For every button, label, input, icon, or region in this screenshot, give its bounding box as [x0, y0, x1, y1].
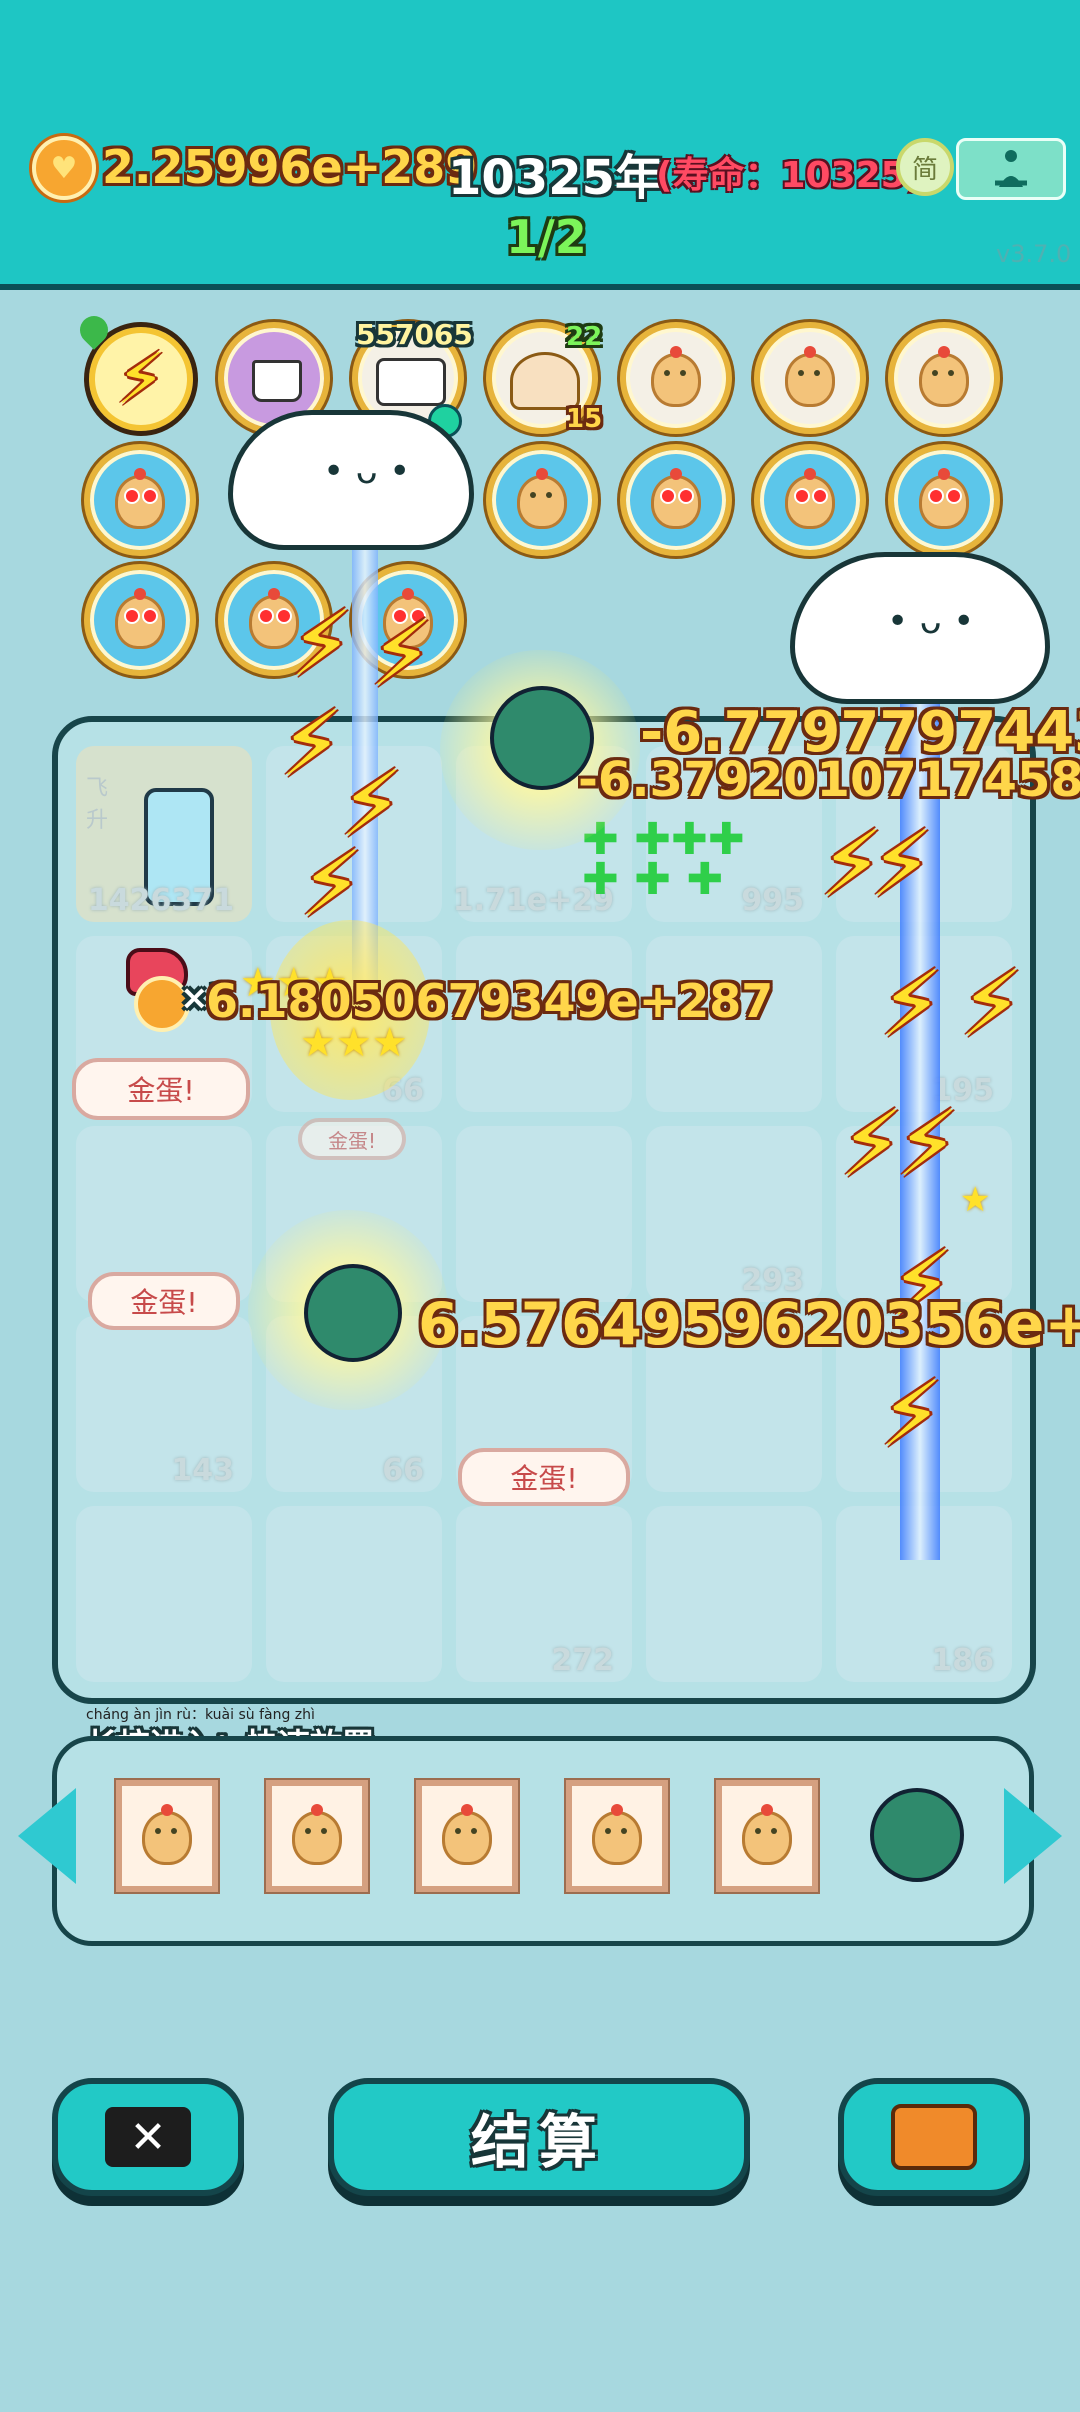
bubble-text: 金蛋! — [327, 1128, 377, 1153]
lightning-bolt-icon: ⚡ — [370, 602, 434, 707]
lightning-bolt-icon: ⚡ — [840, 1092, 904, 1197]
cell-value: 66 — [382, 1453, 424, 1488]
chick-icon — [142, 1804, 192, 1865]
cloud-character[interactable]: • ᴗ • — [228, 410, 474, 550]
cell-value: 1426371 — [87, 883, 234, 918]
damage-number: 6.18050679349e+287 — [206, 974, 774, 1028]
syringe-chick-item[interactable] — [620, 444, 732, 556]
language-label: 简 — [911, 154, 938, 185]
board-cell[interactable]: 272 — [456, 1506, 632, 1682]
shell-icon — [510, 352, 580, 410]
shell-count-bottom: 15 — [566, 404, 603, 434]
board-cell[interactable] — [456, 1126, 632, 1302]
tray-left-arrow[interactable] — [18, 1788, 76, 1884]
golden-egg-bubble: 金蛋! — [88, 1272, 240, 1330]
chick-icon — [115, 468, 165, 529]
lightning-bolt-icon: ⚡ — [300, 832, 364, 937]
damage-number: -6.3792010717458 — [578, 752, 1080, 808]
chick-egg-item[interactable] — [620, 322, 732, 434]
board-cell[interactable]: 飞升 1426371 — [76, 746, 252, 922]
skirt-icon — [252, 360, 302, 402]
briefcase-icon — [891, 2104, 977, 2170]
lightning-icon: ⚡ — [116, 338, 166, 420]
years-counter: 10325年 — [448, 150, 663, 206]
pill-count: 557065 — [356, 318, 473, 351]
pill-pack-icon — [376, 358, 446, 406]
heart-coin-icon: ♥ — [32, 136, 96, 200]
chick-icon — [517, 468, 567, 529]
discard-button[interactable]: ✕ — [52, 2078, 244, 2196]
chick-icon — [785, 346, 835, 407]
chick-icon — [742, 1804, 792, 1865]
chick-icon — [292, 1804, 342, 1865]
cell-value: 272 — [551, 1643, 614, 1678]
chick-icon — [115, 588, 165, 649]
golden-egg-bubble: 金蛋! — [298, 1118, 406, 1160]
bag-button[interactable] — [838, 2078, 1030, 2196]
chick-icon — [919, 468, 969, 529]
board-cell[interactable]: 143 — [76, 1316, 252, 1492]
chick-icon — [651, 468, 701, 529]
chick-egg-item[interactable] — [888, 322, 1000, 434]
tray-item-jade-orb[interactable] — [870, 1788, 964, 1882]
board-cell[interactable] — [76, 1506, 252, 1682]
page-indicator: 1/2 — [506, 210, 587, 264]
cloud-face-icon: • ᴗ • — [887, 601, 975, 642]
version-label: v3.7.0 — [996, 240, 1072, 268]
syringe-chick-item[interactable] — [84, 564, 196, 676]
ascend-label: 飞升 — [86, 776, 109, 833]
top-bar: ♥ 2.25996e+289 10325年 (寿命：10325) 简 1/2 v… — [0, 0, 1080, 290]
settle-button[interactable]: 结算 — [328, 2078, 750, 2196]
tray-item-chick[interactable] — [116, 1780, 218, 1892]
cloud-character[interactable]: • ᴗ • — [790, 552, 1050, 704]
chick-icon — [919, 346, 969, 407]
lightning-bolt-icon: ⚡ — [960, 952, 1024, 1057]
lightning-bolt-icon: ⚡ — [290, 592, 354, 697]
board-cell[interactable]: 293 — [646, 1126, 822, 1302]
board-cell[interactable] — [266, 1506, 442, 1682]
golden-egg-bubble: 金蛋! — [72, 1058, 250, 1120]
lightning-bolt-icon: ⚡ — [280, 692, 344, 797]
heal-plus-particles: ✚ ✚✚✚ ✚ ✚ ✚ — [582, 814, 745, 905]
tray-item-chick[interactable] — [566, 1780, 668, 1892]
language-toggle-button[interactable]: 简 — [896, 138, 954, 196]
close-x-icon: ✕ — [105, 2107, 191, 2167]
meditate-button[interactable] — [956, 138, 1066, 200]
lightning-bolt-icon: ⚡ — [880, 952, 944, 1057]
syringe-chick-item[interactable] — [888, 444, 1000, 556]
chick-icon — [442, 1804, 492, 1865]
chick-icon — [592, 1804, 642, 1865]
tray-right-arrow[interactable] — [1004, 1788, 1062, 1884]
board-cell[interactable] — [646, 1506, 822, 1682]
chick-icon — [785, 468, 835, 529]
tray-item-chick[interactable] — [416, 1780, 518, 1892]
chick-egg-item[interactable] — [754, 322, 866, 434]
cell-value: 143 — [171, 1453, 234, 1488]
bubble-text: 金蛋! — [127, 1074, 195, 1107]
golden-egg-bubble: 金蛋! — [458, 1448, 630, 1506]
cloud-face-icon: • ᴗ • — [323, 451, 411, 492]
meditate-person-icon — [995, 150, 1027, 187]
tray-item-chick[interactable] — [266, 1780, 368, 1892]
damage-number: 6.5764959620356e+2 — [418, 1290, 1080, 1358]
star-icon: ★ — [960, 1180, 991, 1220]
bubble-text: 金蛋! — [130, 1286, 198, 1319]
lightning-bolt-icon: ⚡ — [880, 1362, 944, 1467]
syringe-chick-item[interactable] — [84, 444, 196, 556]
lightning-bolt-icon: ⚡ — [896, 1092, 960, 1197]
jade-orb-icon — [304, 1264, 402, 1362]
bubble-text: 金蛋! — [510, 1462, 578, 1495]
tray-item-chick[interactable] — [716, 1780, 818, 1892]
lightning-bolt-icon: ⚡ — [870, 812, 934, 917]
chick-icon — [651, 346, 701, 407]
syringe-chick-item[interactable] — [754, 444, 866, 556]
shell-count-top: 22 — [566, 322, 603, 352]
coin-balance: 2.25996e+289 — [102, 140, 478, 194]
settle-label: 结算 — [470, 2108, 607, 2176]
cell-value: 186 — [931, 1643, 994, 1678]
syringe-chick-item[interactable] — [486, 444, 598, 556]
lifespan-label: (寿命：10325) — [656, 155, 923, 196]
